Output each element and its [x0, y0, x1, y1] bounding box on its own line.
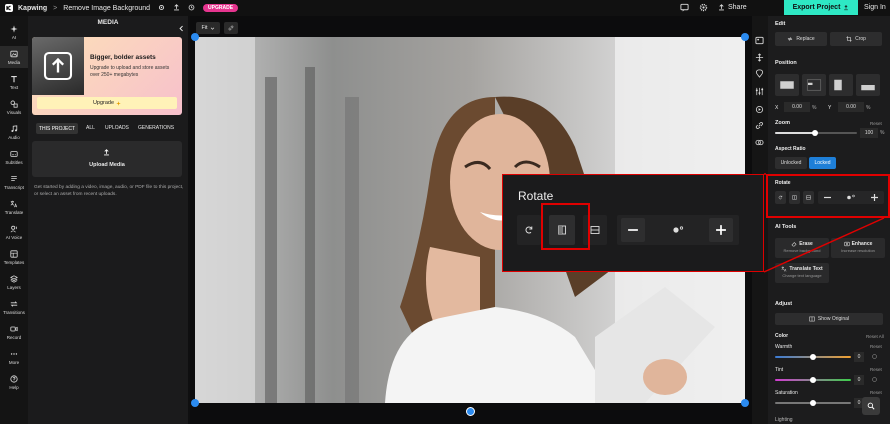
minus-icon — [628, 229, 638, 231]
plus-icon — [716, 225, 726, 235]
callout-rotate-button[interactable] — [517, 215, 541, 245]
callout-title: Rotate — [518, 189, 554, 203]
callout-degree-stepper — [617, 215, 739, 245]
rotate-zoom-callout: Rotate — [502, 174, 764, 272]
callout-plus-button[interactable] — [709, 218, 733, 242]
flip-horizontal-highlight-box — [541, 203, 590, 250]
degree-indicator-icon — [673, 226, 684, 233]
flip-vertical-icon — [590, 226, 600, 234]
callout-minus-button[interactable] — [621, 218, 645, 242]
rotate-icon — [525, 226, 533, 234]
